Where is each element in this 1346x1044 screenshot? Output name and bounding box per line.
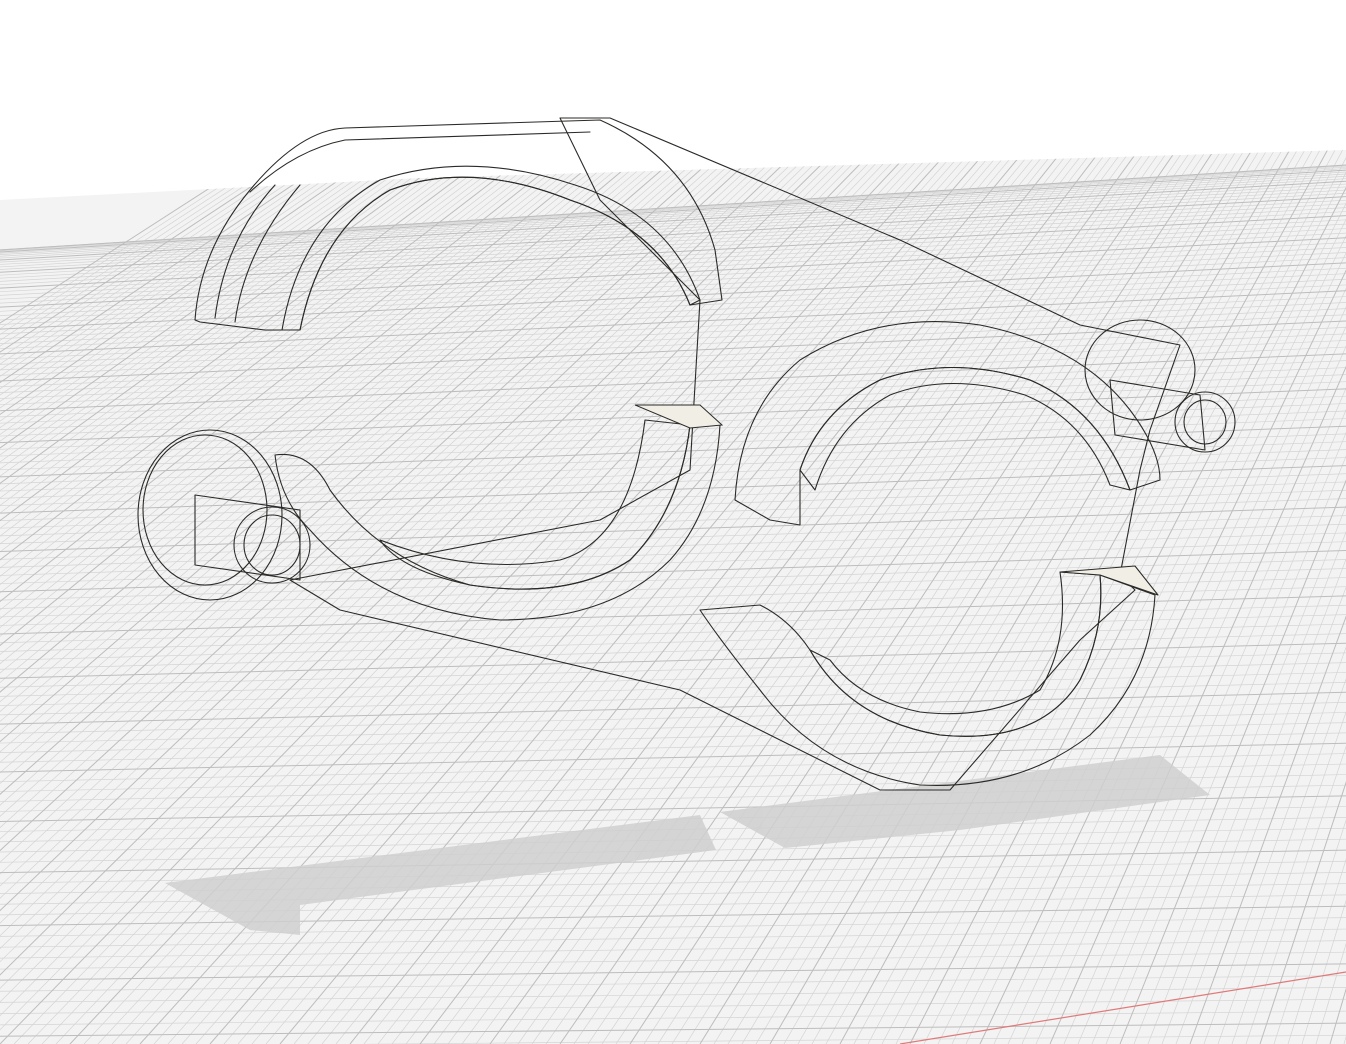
3d-viewport[interactable] xyxy=(0,0,1346,1044)
